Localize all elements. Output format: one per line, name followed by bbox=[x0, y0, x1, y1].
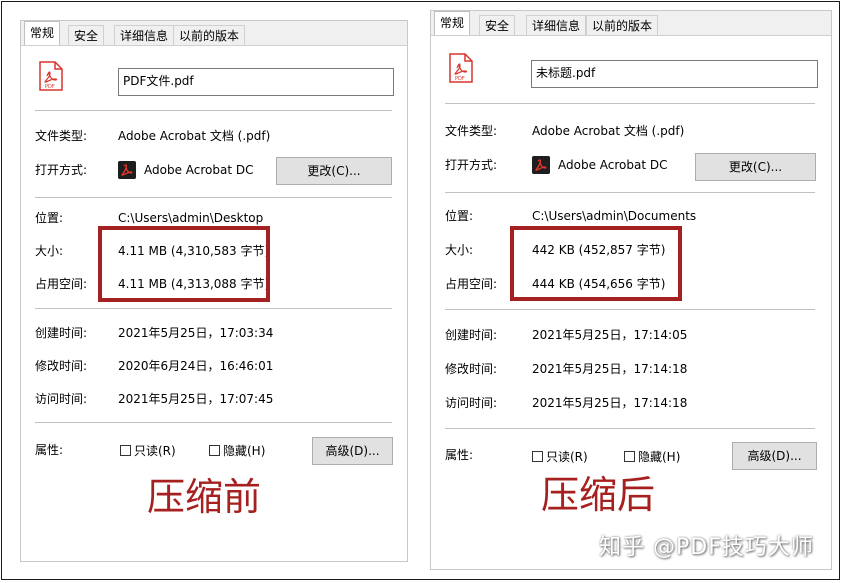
location-value: C:\Users\admin\Documents bbox=[532, 209, 697, 223]
acrobat-icon bbox=[118, 161, 136, 179]
open-with-value: Adobe Acrobat DC bbox=[144, 163, 254, 177]
open-with-label: 打开方式: bbox=[35, 163, 88, 177]
hidden-label: 隐藏(H) bbox=[223, 444, 266, 458]
readonly-label: 只读(R) bbox=[546, 450, 588, 464]
caption-after: 压缩后 bbox=[541, 473, 656, 517]
pdf-file-icon: PDF bbox=[39, 61, 63, 91]
readonly-label: 只读(R) bbox=[134, 444, 176, 458]
open-with-value: Adobe Acrobat DC bbox=[558, 158, 668, 172]
hidden-checkbox[interactable] bbox=[209, 445, 220, 456]
change-button[interactable]: 更改(C)... bbox=[276, 157, 392, 185]
filename-field[interactable]: 未标题.pdf bbox=[531, 60, 818, 88]
advanced-button[interactable]: 高级(D)... bbox=[732, 442, 817, 470]
filename-field[interactable]: PDF文件.pdf bbox=[118, 68, 394, 96]
location-label: 位置: bbox=[445, 209, 474, 223]
created-label: 创建时间: bbox=[35, 326, 88, 340]
tab-general[interactable]: 常规 bbox=[24, 21, 61, 45]
size-label: 大小: bbox=[445, 243, 474, 257]
tab-previous-versions[interactable]: 以前的版本 bbox=[173, 25, 246, 45]
separator bbox=[445, 309, 815, 310]
modified-value: 2021年5月25日，17:14:18 bbox=[532, 362, 688, 376]
tab-details[interactable]: 详细信息 bbox=[114, 25, 175, 45]
accessed-label: 访问时间: bbox=[445, 396, 498, 410]
created-value: 2021年5月25日，17:03:34 bbox=[118, 326, 274, 340]
advanced-button[interactable]: 高级(D)... bbox=[312, 437, 393, 465]
location-label: 位置: bbox=[35, 211, 64, 225]
change-button[interactable]: 更改(C)... bbox=[695, 153, 816, 181]
tab-bar: 常规 安全 详细信息 以前的版本 bbox=[21, 21, 407, 46]
hidden-label: 隐藏(H) bbox=[638, 450, 681, 464]
watermark: 知乎 @PDF技巧大师 bbox=[599, 535, 814, 560]
separator bbox=[35, 308, 392, 309]
size-on-disk-label: 占用空间: bbox=[35, 277, 88, 291]
tab-bar: 常规 安全 详细信息 以前的版本 bbox=[431, 11, 831, 36]
created-value: 2021年5月25日，17:14:05 bbox=[532, 328, 688, 342]
separator bbox=[35, 197, 392, 198]
accessed-value: 2021年5月25日，17:14:18 bbox=[532, 396, 688, 410]
readonly-checkbox[interactable] bbox=[532, 451, 543, 462]
tab-security[interactable]: 安全 bbox=[479, 15, 516, 35]
acrobat-icon bbox=[532, 156, 550, 174]
location-value: C:\Users\admin\Desktop bbox=[118, 211, 264, 225]
hidden-checkbox[interactable] bbox=[624, 451, 635, 462]
separator bbox=[445, 103, 815, 104]
modified-label: 修改时间: bbox=[35, 359, 88, 373]
pdf-file-icon: PDF bbox=[449, 53, 473, 83]
highlight-box-before bbox=[98, 226, 270, 302]
attributes-label: 属性: bbox=[445, 448, 474, 462]
file-type-label: 文件类型: bbox=[445, 124, 498, 138]
svg-text:PDF: PDF bbox=[45, 84, 55, 90]
accessed-value: 2021年5月25日，17:07:45 bbox=[118, 392, 274, 406]
modified-label: 修改时间: bbox=[445, 362, 498, 376]
accessed-label: 访问时间: bbox=[35, 392, 88, 406]
modified-value: 2020年6月24日，16:46:01 bbox=[118, 359, 274, 373]
tab-security[interactable]: 安全 bbox=[68, 25, 105, 45]
separator bbox=[35, 422, 392, 423]
created-label: 创建时间: bbox=[445, 328, 498, 342]
attributes-label: 属性: bbox=[35, 443, 64, 457]
open-with-label: 打开方式: bbox=[445, 158, 498, 172]
file-type-value: Adobe Acrobat 文档 (.pdf) bbox=[532, 124, 685, 138]
file-type-label: 文件类型: bbox=[35, 129, 88, 143]
size-label: 大小: bbox=[35, 244, 64, 258]
size-on-disk-label: 占用空间: bbox=[445, 277, 498, 291]
caption-before: 压缩前 bbox=[147, 475, 262, 519]
file-type-value: Adobe Acrobat 文档 (.pdf) bbox=[118, 129, 271, 143]
tab-details[interactable]: 详细信息 bbox=[526, 15, 587, 35]
separator bbox=[445, 192, 815, 193]
highlight-box-after bbox=[510, 226, 682, 301]
separator bbox=[445, 428, 815, 429]
separator bbox=[35, 110, 392, 111]
tab-previous-versions[interactable]: 以前的版本 bbox=[586, 15, 659, 35]
svg-text:PDF: PDF bbox=[455, 76, 465, 82]
tab-general[interactable]: 常规 bbox=[434, 11, 471, 35]
readonly-checkbox[interactable] bbox=[120, 445, 131, 456]
